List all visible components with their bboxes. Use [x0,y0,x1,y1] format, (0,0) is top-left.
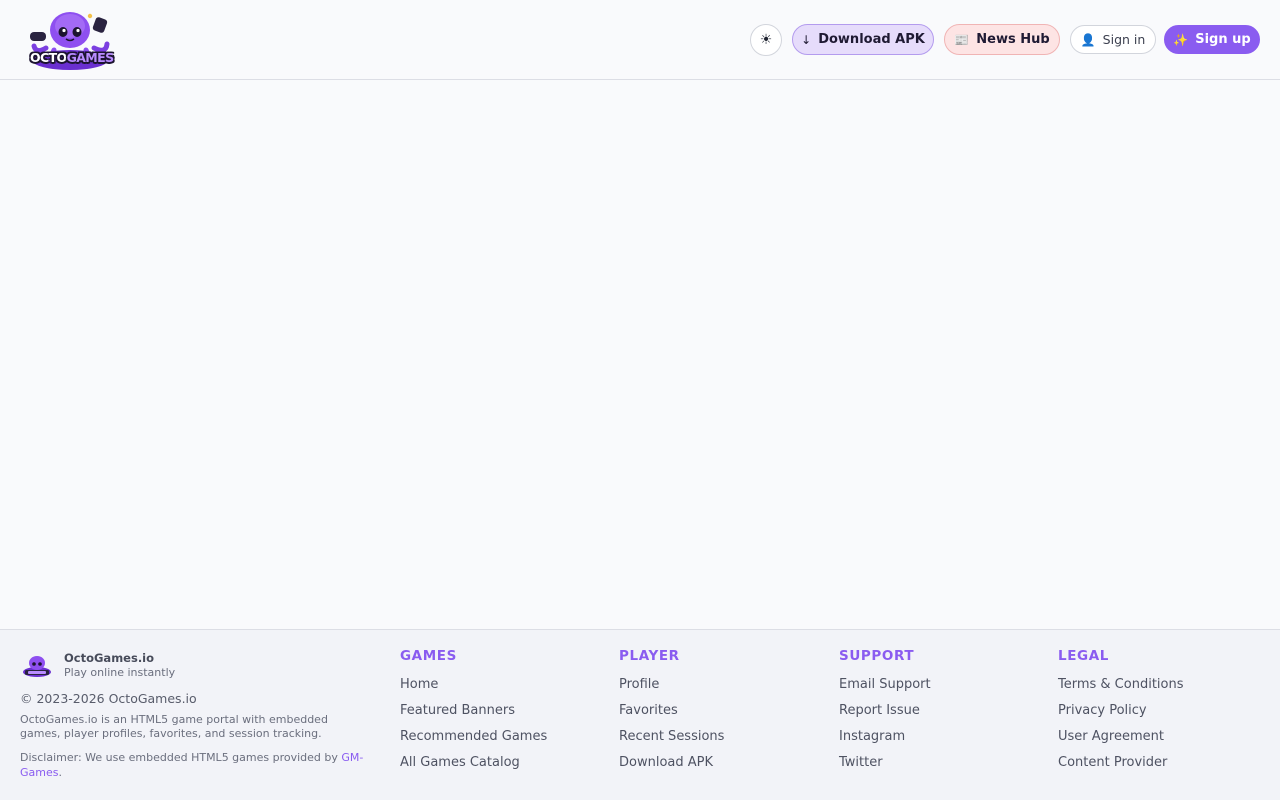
footer-column-games: GAMES Home Featured Banners Recommended … [400,648,547,780]
octogames-logo[interactable]: OCTOGAMES [28,8,114,72]
sign-in-button[interactable]: 👤 Sign in [1070,25,1156,54]
footer-brand-name: OctoGames.io [64,651,155,665]
footer-link-twitter[interactable]: Twitter [839,754,931,780]
footer-tagline: Play online instantly [64,666,176,679]
news-hub-button[interactable]: 📰 News Hub [944,24,1060,55]
footer-link-user-agreement[interactable]: User Agreement [1058,728,1184,754]
download-apk-label: Download APK [818,32,925,47]
footer-column-support: SUPPORT Email Support Report Issue Insta… [839,648,931,780]
footer-column-title: LEGAL [1058,648,1109,664]
news-hub-label: News Hub [976,32,1050,47]
footer-column-title: GAMES [400,648,457,664]
theme-toggle-button[interactable]: ☀ [750,24,782,56]
user-icon: 👤 [1080,32,1096,47]
site-header: OCTOGAMES ☀ ↓ Download APK 📰 News Hub 👤 … [0,0,1280,80]
footer-column-title: PLAYER [619,648,680,664]
footer-column-legal: LEGAL Terms & Conditions Privacy Policy … [1058,648,1184,780]
octopus-mini-logo-icon[interactable] [22,654,52,678]
footer-link-download-apk[interactable]: Download APK [619,754,724,780]
site-footer: OctoGames.io Play online instantly © 202… [0,629,1280,800]
footer-link-profile[interactable]: Profile [619,676,724,702]
sparkles-icon: ✨ [1173,32,1189,47]
sign-up-button[interactable]: ✨ Sign up [1164,25,1260,54]
footer-link-recent-sessions[interactable]: Recent Sessions [619,728,724,754]
footer-link-featured-banners[interactable]: Featured Banners [400,702,547,728]
footer-link-recommended-games[interactable]: Recommended Games [400,728,547,754]
footer-description: OctoGames.io is an HTML5 game portal wit… [20,713,328,740]
footer-link-content-provider[interactable]: Content Provider [1058,754,1184,780]
sun-icon: ☀ [759,32,773,48]
footer-link-instagram[interactable]: Instagram [839,728,931,754]
sign-up-label: Sign up [1195,32,1251,47]
footer-copyright: © 2023-2026 OctoGames.io [20,691,197,706]
footer-link-all-games-catalog[interactable]: All Games Catalog [400,754,547,780]
download-apk-button[interactable]: ↓ Download APK [792,24,934,55]
footer-link-report-issue[interactable]: Report Issue [839,702,931,728]
footer-column-player: PLAYER Profile Favorites Recent Sessions… [619,648,724,780]
footer-disclaimer: Disclaimer: We use embedded HTML5 games … [20,751,364,779]
sign-in-label: Sign in [1102,32,1146,47]
footer-link-email-support[interactable]: Email Support [839,676,931,702]
logo-wordmark: OCTOGAMES [30,50,114,65]
footer-link-terms-conditions[interactable]: Terms & Conditions [1058,676,1184,702]
footer-column-title: SUPPORT [839,648,915,664]
footer-link-favorites[interactable]: Favorites [619,702,724,728]
footer-link-home[interactable]: Home [400,676,547,702]
footer-link-privacy-policy[interactable]: Privacy Policy [1058,702,1184,728]
newspaper-icon: 📰 [954,32,970,47]
arrow-down-icon: ↓ [801,32,812,47]
